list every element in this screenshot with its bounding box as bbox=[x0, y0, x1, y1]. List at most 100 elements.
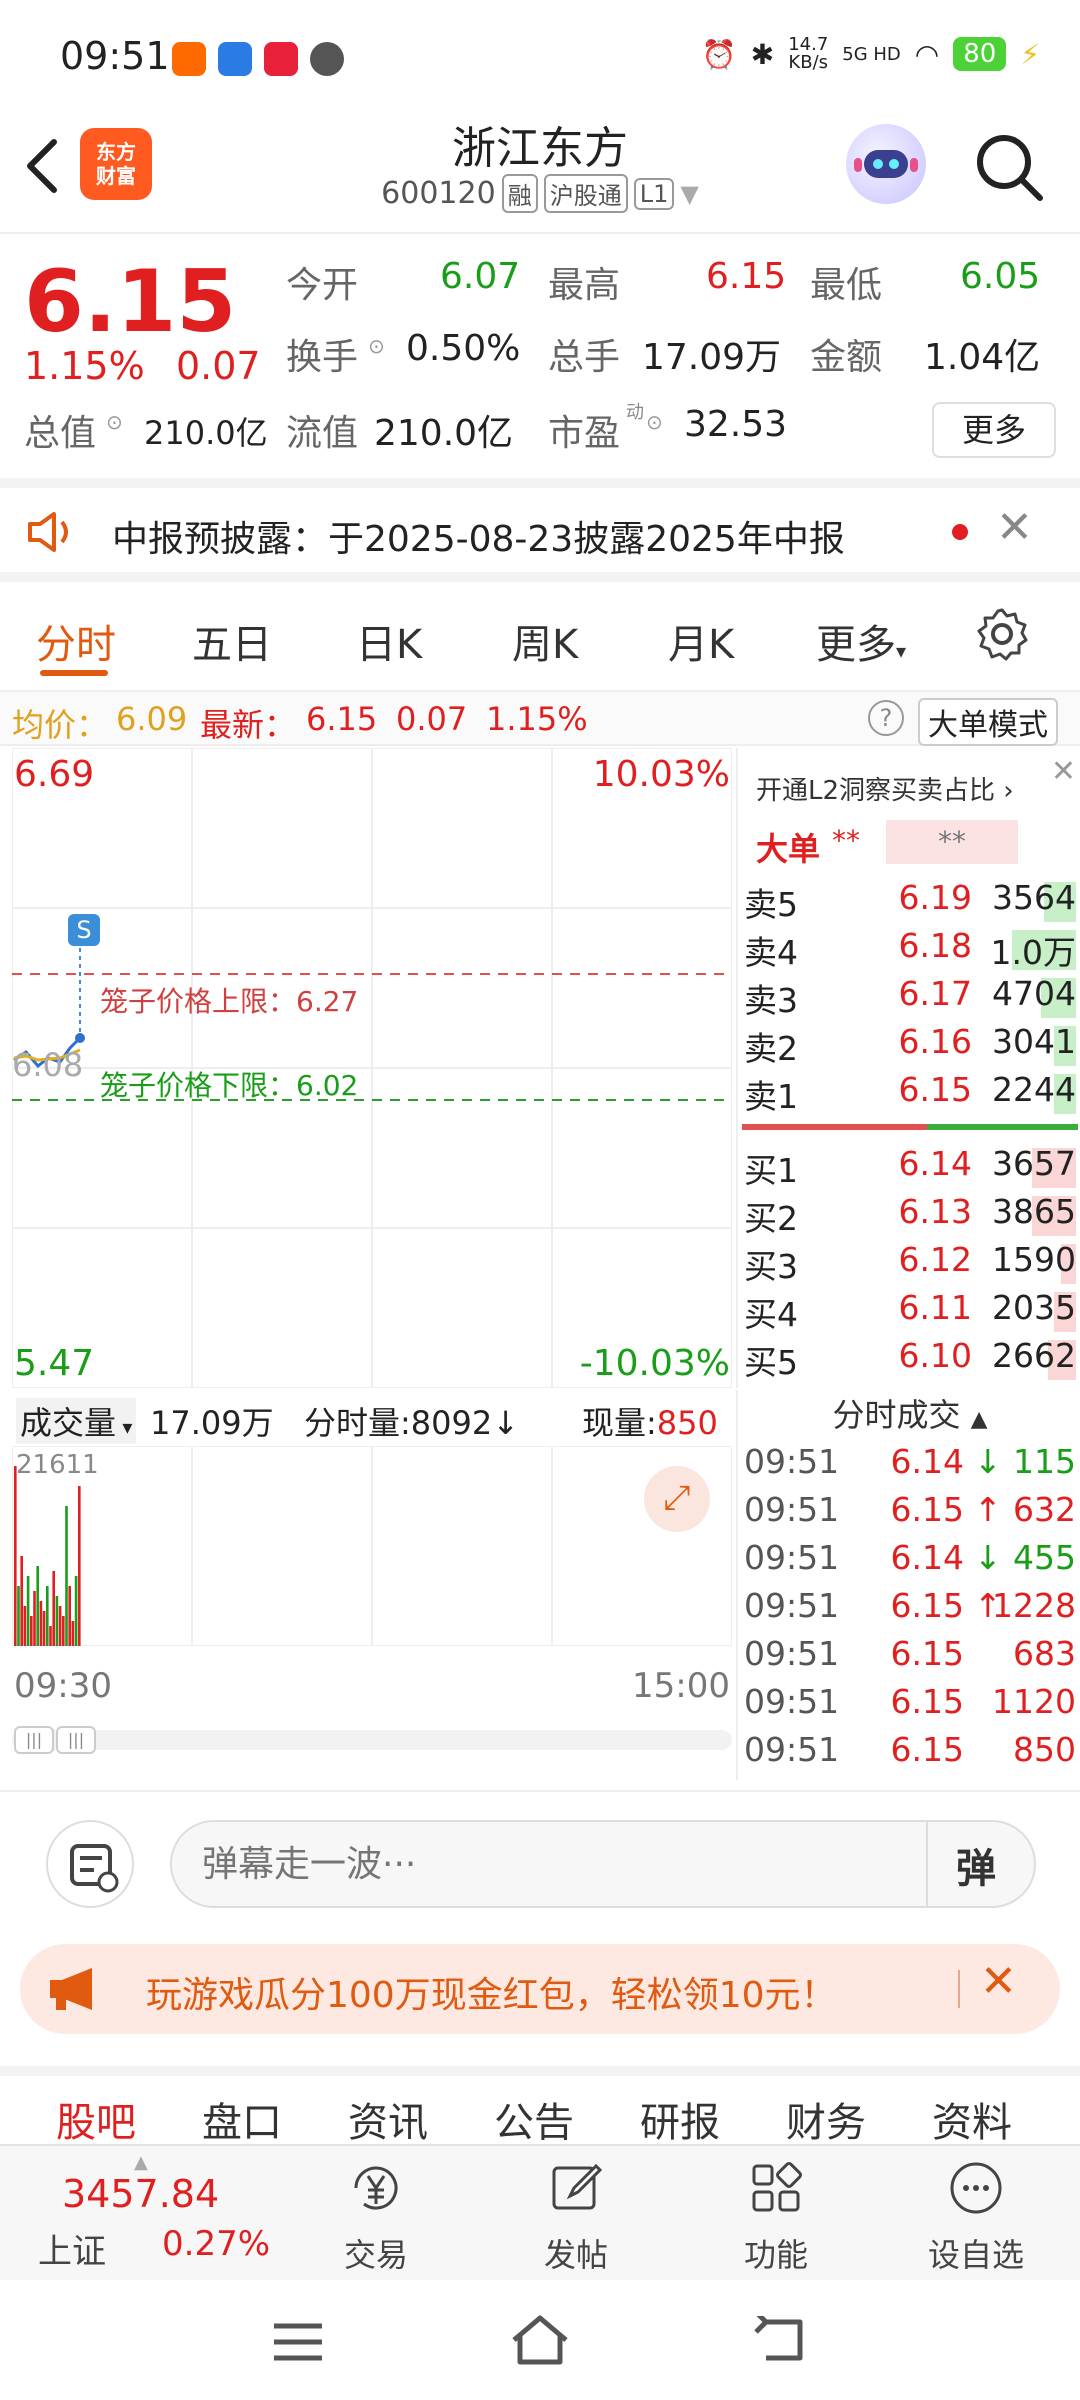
tab-weekly-k[interactable]: 周K bbox=[512, 612, 578, 670]
current-volume: 现量:850 bbox=[582, 1398, 718, 1444]
trade-row: 09:51 6.15 683 bbox=[738, 1634, 1080, 1682]
info-icon[interactable]: ⊙ bbox=[646, 410, 663, 434]
close-icon[interactable]: ✕ bbox=[980, 1956, 1017, 2007]
trade-time: 09:51 bbox=[744, 1538, 840, 1577]
tab-profile[interactable]: 资料 bbox=[932, 2090, 1012, 2148]
volume-panel[interactable]: 成交量 ▾ 17.09万 分时量:8092↓ 现量:850 21611 ⤢ bbox=[12, 1390, 732, 1660]
quote-panel: 6.15 1.15% 0.07 今开 6.07 最高 6.15 最低 6.05 … bbox=[0, 232, 1080, 470]
trade-ticks[interactable]: 分时成交 ▲ 09:51 6.14 ↓ 115 09:51 6.15 ↑ 632 09:51 6.… bbox=[736, 1390, 1080, 1780]
menu-icon[interactable] bbox=[270, 2320, 326, 2364]
bid-row[interactable]: 买2 6.13 3865 bbox=[738, 1192, 1080, 1240]
tab-orderbook[interactable]: 盘口 bbox=[202, 2090, 282, 2148]
dropdown-icon[interactable]: ▼ bbox=[680, 180, 698, 208]
trade-direction-icon: ↓ bbox=[974, 1538, 1002, 1577]
tab-five-day[interactable]: 五日 bbox=[192, 612, 272, 670]
turnover-label: 换手 bbox=[286, 337, 359, 378]
tab-monthly-k[interactable]: 月K bbox=[668, 612, 734, 670]
assistant-avatar[interactable] bbox=[846, 124, 926, 204]
volume-selector[interactable]: 成交量 ▾ bbox=[16, 1398, 137, 1444]
tab-finance[interactable]: 财务 bbox=[786, 2090, 866, 2148]
time-axis: 09:30 15:00 ||| ||| bbox=[12, 1660, 732, 1754]
trade-time: 09:51 bbox=[744, 1490, 840, 1529]
tab-forum[interactable]: 股吧 bbox=[56, 2090, 136, 2148]
big-order-value-locked[interactable]: ** bbox=[886, 820, 1018, 864]
charging-icon: ⚡ bbox=[1020, 37, 1040, 71]
danmaku-input[interactable] bbox=[202, 1836, 842, 1892]
tab-research[interactable]: 研报 bbox=[640, 2090, 720, 2148]
danmaku-settings-button[interactable] bbox=[46, 1820, 134, 1908]
bid-row[interactable]: 买5 6.10 2662 bbox=[738, 1336, 1080, 1384]
tab-news[interactable]: 资讯 bbox=[348, 2090, 428, 2148]
alarm-icon: ⏰ bbox=[701, 37, 737, 71]
order-book: 开通L2洞察买卖占比 › ✕ 大单 ** ** 卖5 6.19 3564 卖4 6.18… bbox=[736, 748, 1080, 1388]
l2-promo-link[interactable]: 开通L2洞察买卖占比 › bbox=[756, 770, 1014, 807]
back-icon[interactable] bbox=[752, 2316, 808, 2364]
bid-volume: 2662 bbox=[992, 1336, 1076, 1375]
trade-direction-icon: ↑ bbox=[974, 1490, 1002, 1529]
bid-row[interactable]: 买4 6.11 2035 bbox=[738, 1288, 1080, 1336]
tab-daily-k[interactable]: 日K bbox=[356, 612, 422, 670]
intraday-chart[interactable]: 6.69 10.03% 5.47 -10.03% 6.08 S 笼子价格上限：6… bbox=[11, 747, 733, 1389]
index-ticker[interactable]: ▲ 3457.84 上证 0.27% bbox=[24, 2152, 284, 2272]
ask-price: 6.18 bbox=[898, 926, 972, 965]
info-icon[interactable]: ⊙ bbox=[368, 334, 385, 358]
bid-row[interactable]: 买3 6.12 1590 bbox=[738, 1240, 1080, 1288]
danmaku-toggle[interactable]: 弹 bbox=[956, 1836, 996, 1894]
bid-row[interactable]: 买1 6.14 3657 bbox=[738, 1144, 1080, 1192]
expand-icon[interactable]: ⤢ bbox=[644, 1466, 710, 1532]
index-name: 上证 bbox=[38, 2232, 106, 2272]
search-icon[interactable] bbox=[970, 128, 1050, 208]
volume-selector-label: 成交量 bbox=[20, 1404, 117, 1442]
chart-top-pct: 10.03% bbox=[592, 754, 730, 795]
trade-button[interactable]: 交易 bbox=[306, 2158, 446, 2276]
status-time: 09:51 bbox=[60, 34, 170, 78]
promo-banner[interactable]: 玩游戏瓜分100万现金红包，轻松领10元！ ✕ bbox=[20, 1944, 1060, 2034]
trades-title[interactable]: 分时成交 ▲ bbox=[738, 1390, 1080, 1438]
divider bbox=[926, 1822, 928, 1906]
minute-volume: 分时量:8092↓ bbox=[304, 1404, 520, 1442]
stock-header: 东方 财富 浙江东方 600120 融 沪股通 L1 ▼ bbox=[0, 110, 1080, 230]
gear-icon[interactable] bbox=[974, 606, 1030, 662]
ask-row[interactable]: 卖5 6.19 3564 bbox=[738, 878, 1080, 926]
pe-sup: 动 bbox=[626, 402, 644, 423]
chart-scrollbar[interactable] bbox=[12, 1730, 732, 1750]
ask-volume: 3041 bbox=[992, 1022, 1076, 1061]
ask-row[interactable]: 卖3 6.17 4704 bbox=[738, 974, 1080, 1022]
help-icon[interactable]: ? bbox=[868, 700, 904, 736]
watchlist-button[interactable]: 设自选 bbox=[906, 2158, 1046, 2276]
big-mode-button[interactable]: 大单模式 bbox=[918, 698, 1058, 746]
ask-level-label: 卖1 bbox=[744, 1077, 798, 1116]
volume-bar bbox=[46, 1586, 49, 1646]
scroll-handle-left[interactable]: ||| bbox=[14, 1726, 54, 1754]
functions-label: 功能 bbox=[743, 2236, 808, 2274]
scroll-handle-right[interactable]: ||| bbox=[56, 1726, 96, 1754]
volume-bar bbox=[52, 1571, 55, 1646]
current-price: 6.15 bbox=[24, 252, 237, 352]
more-button[interactable]: 更多 bbox=[932, 402, 1056, 458]
ask-row[interactable]: 卖1 6.15 2244 bbox=[738, 1070, 1080, 1118]
cage-upper-label: 笼子价格上限：6.27 bbox=[100, 985, 359, 1018]
bid-price: 6.11 bbox=[898, 1288, 972, 1327]
stock-code: 600120 bbox=[381, 176, 496, 211]
sort-up-icon: ▲ bbox=[970, 1407, 988, 1432]
info-icon[interactable]: ⊙ bbox=[106, 410, 123, 434]
post-button[interactable]: 发帖 bbox=[506, 2158, 646, 2276]
home-icon[interactable] bbox=[508, 2312, 572, 2368]
functions-button[interactable]: 功能 bbox=[706, 2158, 846, 2276]
tab-announcements[interactable]: 公告 bbox=[494, 2090, 574, 2148]
more-dots-icon bbox=[950, 2162, 1002, 2214]
close-icon[interactable]: ✕ bbox=[996, 502, 1033, 553]
volume-bar bbox=[49, 1626, 52, 1646]
close-icon[interactable]: ✕ bbox=[1051, 754, 1076, 789]
sell-marker[interactable]: S bbox=[68, 914, 100, 946]
volume-bars bbox=[12, 1446, 732, 1646]
current-price-dot bbox=[75, 1033, 85, 1043]
trade-time: 09:51 bbox=[744, 1730, 840, 1769]
ask-row[interactable]: 卖2 6.16 3041 bbox=[738, 1022, 1080, 1070]
ask-row[interactable]: 卖4 6.18 1.0万 bbox=[738, 926, 1080, 974]
bid-price: 6.12 bbox=[898, 1240, 972, 1279]
notice-bar[interactable]: 中报预披露：于2025-08-23披露2025年中报 ✕ bbox=[0, 478, 1080, 582]
tab-intraday[interactable]: 分时 bbox=[36, 612, 116, 670]
change-amount: 0.07 bbox=[176, 344, 261, 388]
tab-more[interactable]: 更多▾ bbox=[816, 612, 906, 670]
